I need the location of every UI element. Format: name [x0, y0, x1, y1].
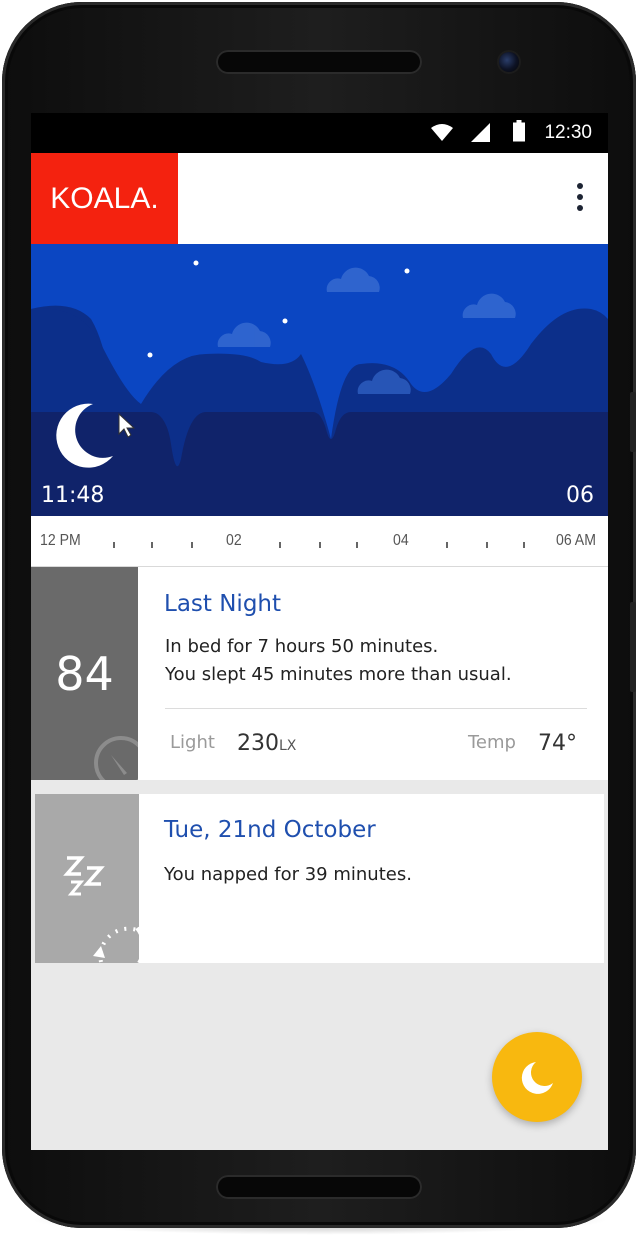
- wifi-icon: [431, 124, 453, 141]
- tick-mark: [151, 542, 153, 548]
- front-camera: [499, 52, 519, 72]
- temp-value: 74°: [538, 731, 577, 756]
- tick-label-12pm: 12 PM: [40, 532, 81, 549]
- zzz-icon: [63, 856, 105, 896]
- app-bar: KOALA.: [31, 153, 608, 244]
- tick-label-02: 02: [226, 532, 242, 549]
- card-title: Last Night: [164, 591, 282, 617]
- nap-date-title: Tue, 21nd October: [164, 817, 376, 843]
- bottom-speaker: [216, 1175, 422, 1199]
- sleep-score-panel: 84: [31, 567, 138, 780]
- sleep-fab-button[interactable]: [492, 1032, 582, 1122]
- sleep-graph-hero: 11:48 06: [31, 244, 608, 516]
- sleep-end-time: 06: [566, 483, 594, 508]
- sleep-score: 84: [55, 647, 114, 701]
- light-label: Light: [170, 732, 215, 753]
- tick-mark: [486, 542, 488, 548]
- tick-label-06am: 06 AM: [556, 532, 596, 549]
- tick-mark: [446, 542, 448, 548]
- volume-button: [630, 392, 636, 452]
- nap-icon-panel: [35, 794, 139, 963]
- tick-mark: [523, 542, 525, 548]
- sleep-start-time: 11:48: [41, 483, 105, 508]
- timeline-axis[interactable]: 12 PM 02 04 06 AM: [31, 516, 608, 567]
- temp-label: Temp: [468, 732, 516, 753]
- screen: 12:30 KOALA. 11:48 06 12 PM 02 04 06 AM …: [31, 113, 608, 1150]
- tick-label-04: 04: [393, 532, 409, 549]
- tick-mark: [356, 542, 358, 548]
- sleep-summary-line: In bed for 7 hours 50 minutes.: [165, 636, 439, 657]
- top-speaker: [216, 50, 422, 74]
- light-unit: LX: [279, 738, 297, 754]
- last-night-card[interactable]: 84 Last Night In bed for 7 hours 50 minu…: [31, 567, 608, 780]
- power-button: [630, 602, 636, 692]
- status-time: 12:30: [544, 122, 592, 143]
- tick-mark: [191, 542, 193, 548]
- app-logo[interactable]: KOALA.: [31, 153, 178, 244]
- tick-mark: [319, 542, 321, 548]
- nap-summary: You napped for 39 minutes.: [164, 864, 412, 885]
- gauge-icon: [94, 736, 138, 780]
- more-vert-icon[interactable]: [574, 183, 586, 215]
- nap-timer-icon: [93, 926, 139, 963]
- tick-mark: [279, 542, 281, 548]
- night-landscape: [31, 260, 608, 516]
- moon-icon: [521, 1062, 553, 1094]
- signal-icon: [471, 123, 490, 142]
- battery-icon: [513, 120, 525, 142]
- status-bar: 12:30: [31, 113, 608, 153]
- divider: [165, 708, 587, 709]
- sleep-comparison-line: You slept 45 minutes more than usual.: [165, 664, 512, 685]
- tick-mark: [113, 542, 115, 548]
- light-value: 230LX: [237, 731, 297, 756]
- nap-card[interactable]: Tue, 21nd October You napped for 39 minu…: [35, 794, 604, 963]
